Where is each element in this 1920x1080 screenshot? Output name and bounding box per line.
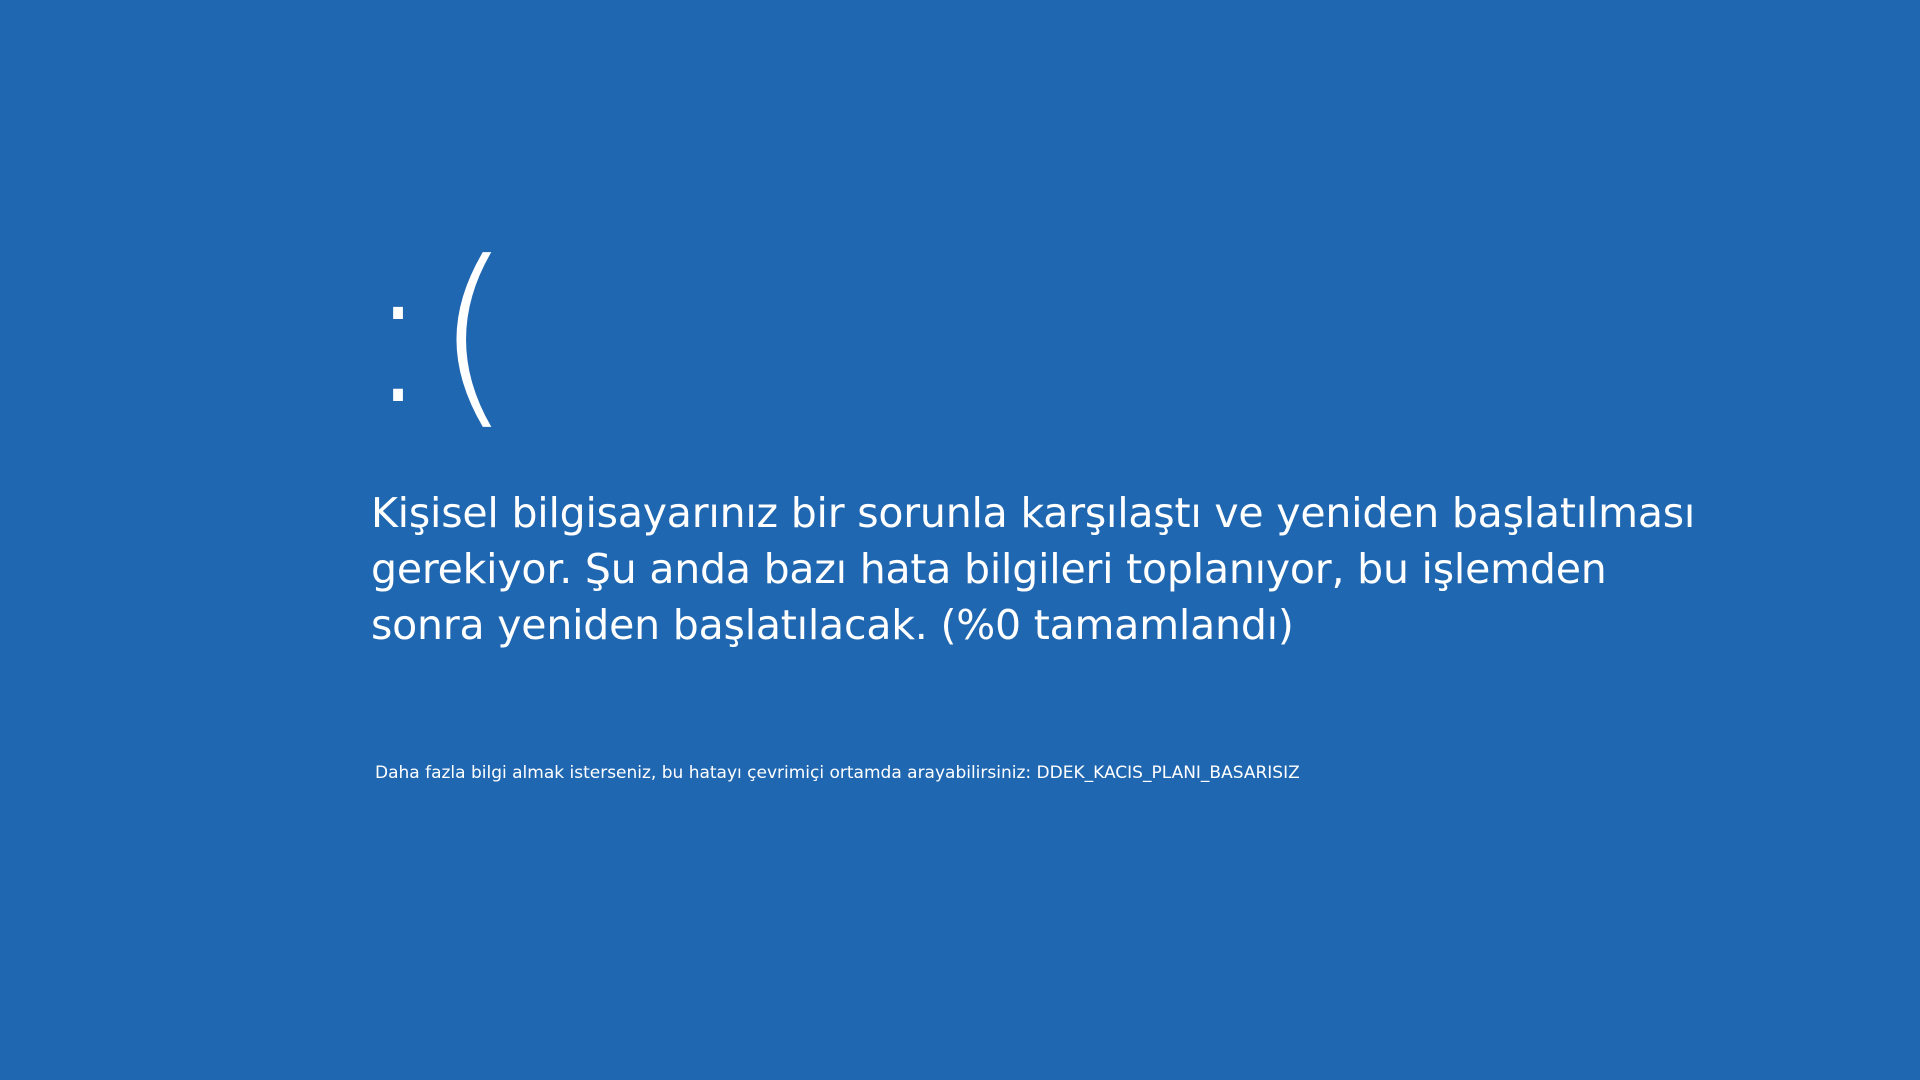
- sad-face-emoticon: :(: [365, 220, 516, 448]
- bsod-screen: :( Kişisel bilgisayarınız bir sorunla ka…: [0, 0, 1920, 1080]
- error-message-line-3: sonra yeniden başlatılacak. (%0 tamamlan…: [371, 601, 1294, 649]
- error-message: Kişisel bilgisayarınız bir sorunla karşı…: [371, 485, 1711, 653]
- stop-code-info: Daha fazla bilgi almak isterseniz, bu ha…: [375, 763, 1300, 783]
- error-message-line-2: gerekiyor. Şu anda bazı hata bilgileri t…: [371, 545, 1607, 593]
- error-message-line-1: Kişisel bilgisayarınız bir sorunla karşı…: [371, 489, 1696, 537]
